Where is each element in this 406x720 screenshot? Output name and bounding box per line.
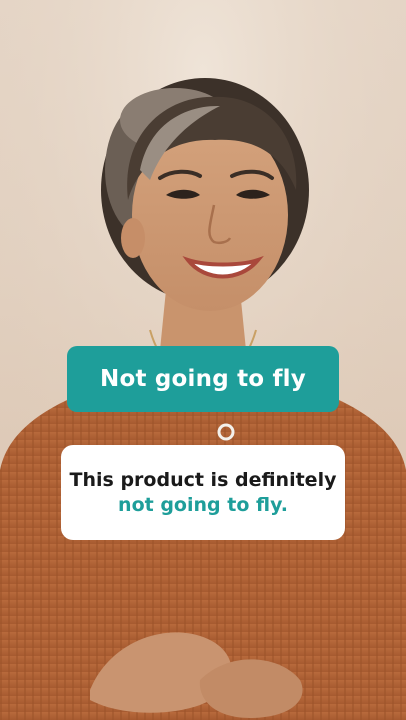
title-banner: Not going to fly [67,346,339,412]
caption-card: This product is definitely not going to … [61,445,345,540]
title-text: Not going to fly [100,366,306,392]
caption-line-2-highlight: not going to fly. [118,493,288,516]
caption-line-1: This product is definitely [69,468,337,491]
